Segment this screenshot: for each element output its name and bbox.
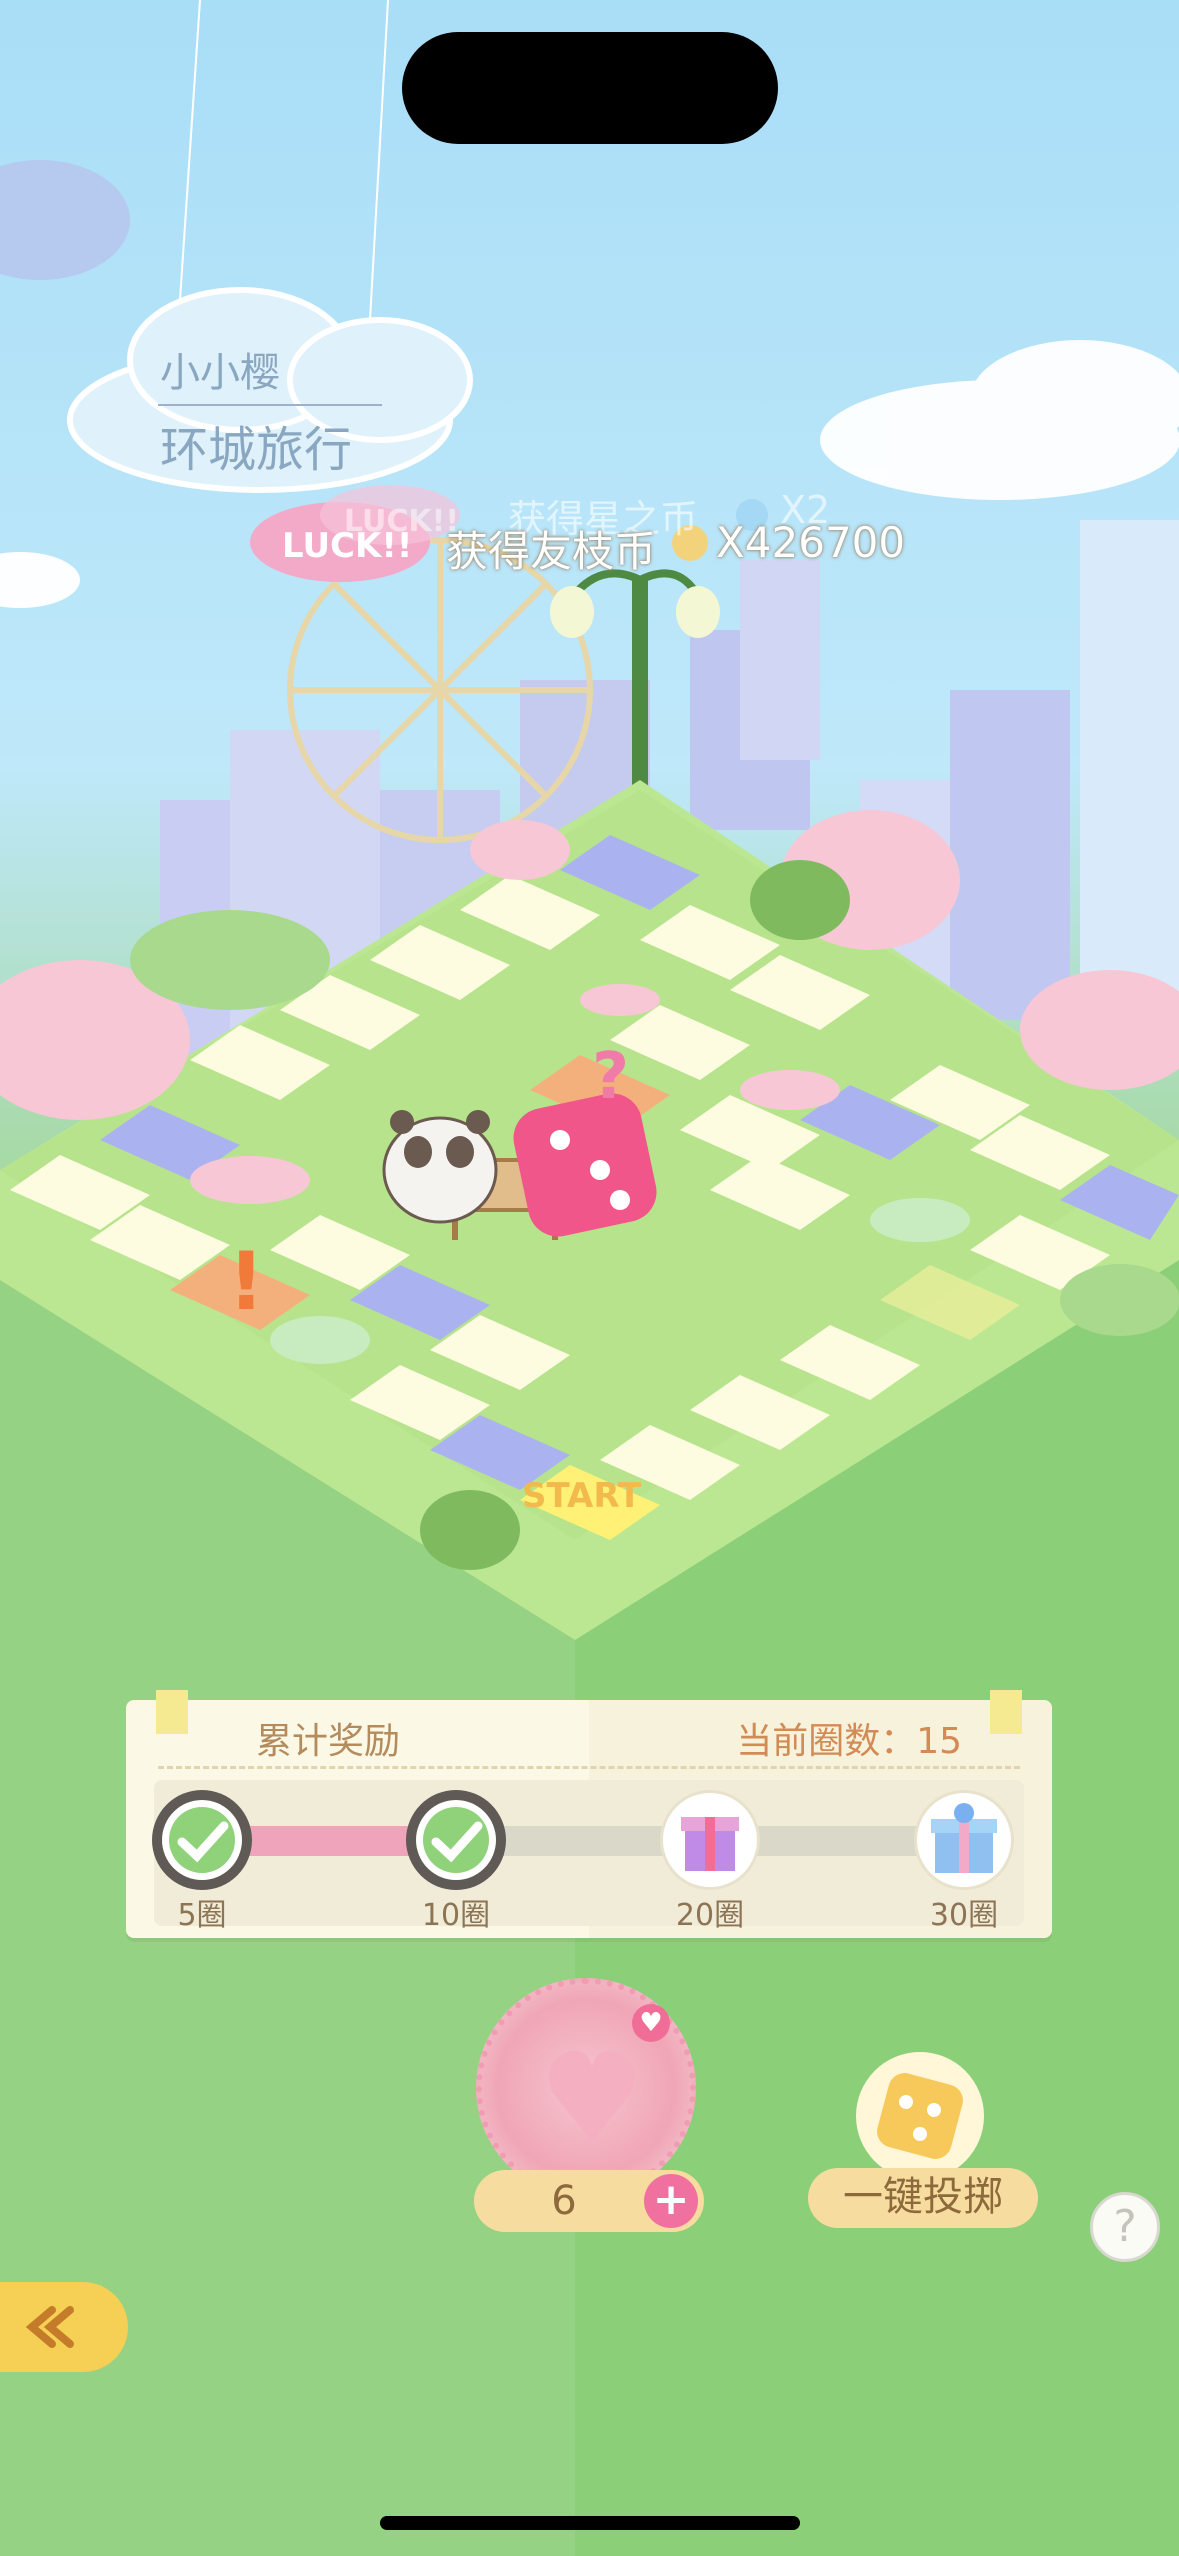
heart-dice-icon xyxy=(549,2050,635,2142)
milestone-30-gift-box-icon[interactable] xyxy=(914,1790,1014,1890)
dice-count: 6 xyxy=(551,2178,577,2224)
milestone-5-check-icon[interactable] xyxy=(152,1790,252,1890)
tape-left xyxy=(156,1690,188,1734)
milestone-10-check-icon[interactable] xyxy=(406,1790,506,1890)
help-button[interactable]: ? xyxy=(1090,2192,1160,2262)
title-line1: 小小樱 xyxy=(160,350,280,396)
auto-roll-dice-icon[interactable] xyxy=(856,2052,984,2180)
milestone-label: 10圈 xyxy=(421,1898,491,1933)
mystery-mark: ? xyxy=(592,1040,630,1114)
dice-count-pill: 6 + xyxy=(474,2170,704,2232)
tape-right xyxy=(990,1690,1022,1734)
hamster-character xyxy=(382,1110,498,1224)
reward-text: 获得友枝币 xyxy=(446,527,657,576)
game-scene: 小小樱 环城旅行 LUCK!! LUCK!! 获得星之币 X2 获得友枝币 X4… xyxy=(0,0,1179,2556)
luck-label-ghost: LUCK!! xyxy=(344,504,460,539)
device-notch xyxy=(402,32,778,144)
milestone-label: 20圈 xyxy=(675,1898,745,1933)
back-button[interactable] xyxy=(0,2282,128,2372)
start-label: START xyxy=(522,1476,642,1516)
divider xyxy=(158,1766,1020,1769)
title-line2: 环城旅行 xyxy=(160,422,353,478)
board-dice xyxy=(513,1093,657,1237)
home-indicator xyxy=(380,2516,800,2530)
milestone-label: 30圈 xyxy=(929,1898,999,1933)
auto-roll-button[interactable]: 一键投掷 xyxy=(808,2168,1038,2228)
milestone-label: 5圈 xyxy=(177,1898,227,1933)
reward-amount: X426700 xyxy=(716,518,906,567)
add-dice-button[interactable]: + xyxy=(644,2174,698,2228)
roll-dice-button[interactable]: ♥ xyxy=(476,1978,696,2198)
event-mark: ! xyxy=(228,1235,265,1328)
rewards-panel: 累计奖励 当前圈数：15 5圈 10圈 20圈 30圈 xyxy=(126,1690,1052,1938)
back-arrow-icon xyxy=(25,2306,74,2348)
heart-badge-icon: ♥ xyxy=(632,2004,670,2042)
progress-track: 5圈 10圈 20圈 30圈 xyxy=(152,1780,1024,1933)
milestone-20-gift-icon[interactable] xyxy=(660,1790,760,1890)
current-round-label: 当前圈数：15 xyxy=(736,1721,962,1762)
ferris-wheel xyxy=(287,537,593,843)
rewards-title: 累计奖励 xyxy=(256,1721,401,1762)
title-block: 小小樱 环城旅行 xyxy=(78,300,478,490)
